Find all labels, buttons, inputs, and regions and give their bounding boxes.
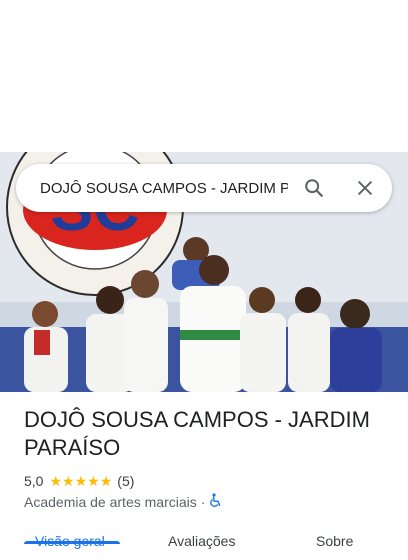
tab-about[interactable]: Sobre: [316, 533, 353, 549]
rating-value: 5,0: [24, 473, 44, 489]
place-title: DOJÔ SOUSA CAMPOS - JARDIM PARAÍSO: [24, 407, 370, 460]
star-rating: ★ ★ ★ ★ ★: [49, 474, 112, 488]
star-icon: ★: [62, 473, 75, 489]
star-icon: ★: [87, 473, 100, 489]
star-icon: ★: [49, 473, 63, 489]
search-bar[interactable]: [16, 164, 392, 212]
star-icon: ★: [99, 473, 113, 489]
rating-row[interactable]: 5,0 ★ ★ ★ ★ ★ (5): [24, 472, 134, 490]
search-icon[interactable]: [302, 176, 326, 200]
tab-reviews[interactable]: Avaliações: [168, 533, 235, 549]
star-icon: ★: [74, 473, 88, 489]
search-input[interactable]: [40, 179, 288, 197]
category-row: Academia de artes marciais ·: [24, 493, 222, 511]
separator: ·: [200, 494, 206, 510]
wheelchair-icon: [209, 493, 222, 511]
review-count[interactable]: (5): [117, 473, 134, 489]
place-category: Academia de artes marciais: [24, 494, 197, 510]
place-tabs: Visão geral Avaliações Sobre: [0, 530, 408, 560]
close-icon[interactable]: [353, 176, 377, 200]
